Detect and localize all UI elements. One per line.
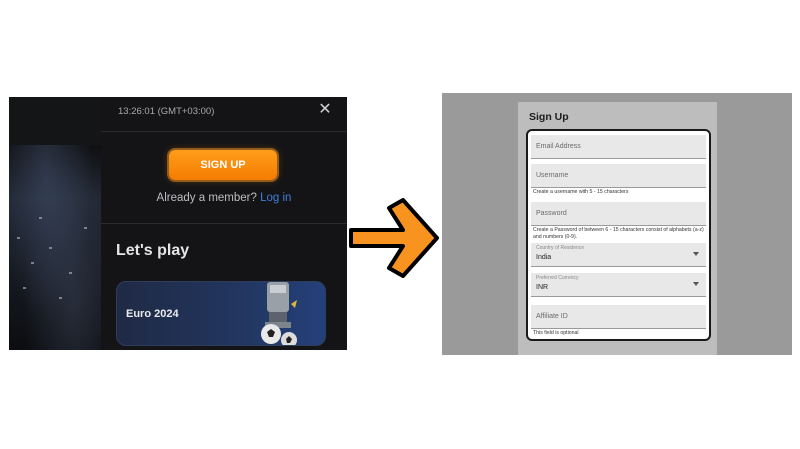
section-title: Let's play: [116, 242, 190, 259]
stadium-background: [9, 97, 101, 350]
country-label: Country of Residence: [536, 245, 585, 251]
password-helper: Create a Password of between 6 - 15 char…: [533, 227, 704, 240]
username-helper: Create a username with 5 - 15 characters: [533, 189, 629, 195]
email-field[interactable]: Email Address: [531, 135, 706, 159]
euro-2024-card[interactable]: Euro 2024: [116, 281, 326, 346]
affiliate-field[interactable]: Affiliate ID: [531, 305, 706, 329]
password-placeholder: Password: [536, 210, 567, 217]
signup-modal: Sign Up Email Address Username Create a …: [518, 102, 717, 355]
member-text: Already a member?: [156, 192, 257, 204]
country-select[interactable]: Country of Residence India: [531, 243, 706, 267]
clock-display: 13:26:01 (GMT+03:00): [118, 106, 215, 117]
affiliate-helper: This field is optional: [533, 330, 579, 336]
country-value: India: [536, 254, 552, 261]
affiliate-placeholder: Affiliate ID: [536, 313, 568, 320]
signup-form-screenshot: Sign Up Email Address Username Create a …: [442, 93, 792, 355]
divider: [101, 223, 347, 224]
trophy-football-icon: [261, 282, 297, 345]
signup-form: Email Address Username Create a username…: [526, 129, 711, 341]
arrow-right-icon: [349, 198, 439, 278]
mobile-drawer-screenshot: 13:26:01 (GMT+03:00) ✕ SIGN UP Already a…: [9, 97, 347, 350]
password-field[interactable]: Password: [531, 202, 706, 226]
card-label: Euro 2024: [126, 308, 179, 320]
currency-select[interactable]: Preferred Currency INR: [531, 273, 706, 297]
divider: [101, 131, 347, 132]
member-prompt: Already a member? Log in: [101, 192, 347, 204]
side-drawer: 13:26:01 (GMT+03:00) ✕ SIGN UP Already a…: [101, 97, 347, 350]
username-field[interactable]: Username: [531, 164, 706, 188]
currency-value: INR: [536, 284, 549, 291]
username-placeholder: Username: [536, 172, 569, 179]
login-link[interactable]: Log in: [260, 192, 291, 204]
currency-label: Preferred Currency: [536, 275, 579, 281]
caret-down-icon: [693, 252, 699, 256]
sign-up-button[interactable]: SIGN UP: [169, 150, 277, 180]
email-placeholder: Email Address: [536, 143, 581, 150]
form-title: Sign Up: [529, 111, 569, 123]
close-icon[interactable]: ✕: [317, 102, 333, 118]
stage: 13:26:01 (GMT+03:00) ✕ SIGN UP Already a…: [0, 0, 800, 449]
caret-down-icon: [693, 282, 699, 286]
